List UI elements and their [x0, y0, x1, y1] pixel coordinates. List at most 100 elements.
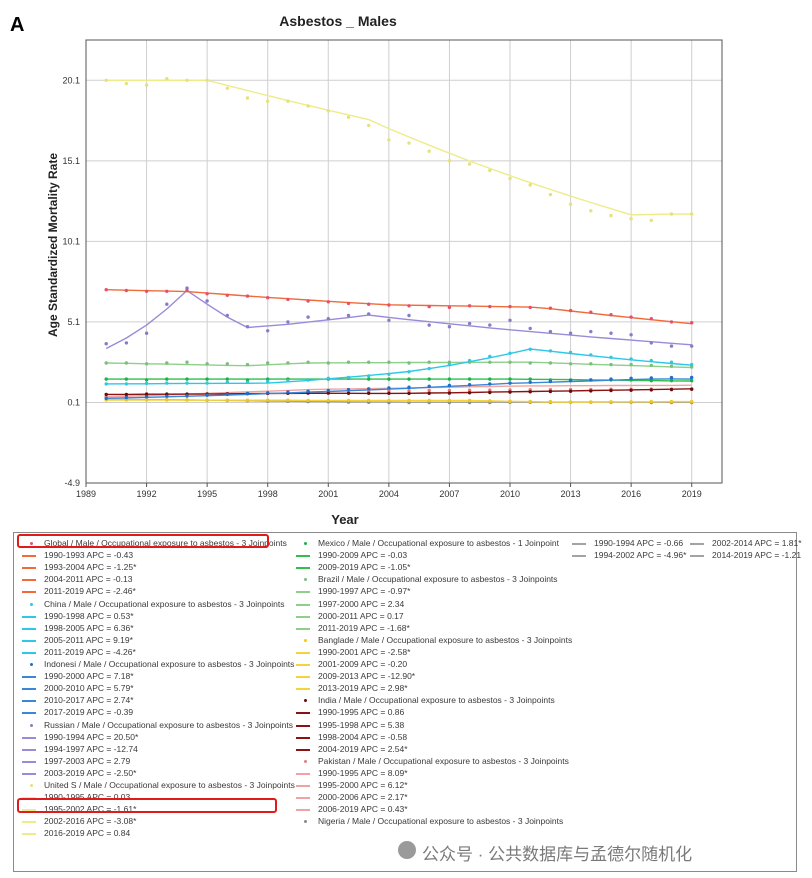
observed-point [185, 78, 189, 83]
observed-point [266, 391, 270, 395]
legend-line-swatch [22, 676, 36, 679]
x-tick-label: 1989 [76, 489, 96, 499]
legend-label: 1998-2005 APC = 6.36* [44, 622, 134, 633]
observed-point [185, 398, 189, 402]
observed-point [488, 399, 492, 403]
legend-label: 2000-2011 APC = 0.17 [318, 610, 404, 621]
observed-point [104, 78, 108, 83]
legend-line-swatch [296, 785, 310, 787]
observed-point [548, 361, 553, 365]
legend-label: 2005-2011 APC = 9.19* [44, 634, 133, 645]
observed-point [367, 398, 371, 403]
observed-point [609, 400, 613, 404]
observed-point [165, 302, 169, 306]
observed-point [669, 379, 674, 383]
observed-point [669, 399, 674, 404]
observed-point [447, 159, 452, 163]
observed-point [669, 320, 674, 324]
legend-line-swatch [296, 567, 310, 570]
observed-points [104, 77, 694, 405]
chart-legend: Global / Male / Occupational exposure to… [13, 532, 802, 872]
legend-label: 2014-2019 APC = -1.21 [712, 550, 802, 561]
observed-point [225, 377, 229, 381]
observed-point [326, 398, 330, 403]
legend-line-swatch [296, 724, 310, 727]
observed-point [144, 289, 149, 293]
observed-point [387, 377, 391, 381]
observed-point [690, 387, 694, 391]
observed-point [245, 325, 250, 329]
observed-point [104, 288, 108, 292]
legend-label: 1990-1995 APC = 0.86 [318, 707, 405, 718]
y-axis-label: Age Standardized Mortality Rate [46, 153, 60, 337]
observed-point [649, 317, 653, 321]
observed-point [548, 306, 553, 310]
observed-point [245, 398, 250, 402]
observed-point [629, 376, 633, 380]
observed-point [225, 293, 229, 297]
legend-label: 1990-1998 APC = 0.53* [44, 610, 134, 621]
observed-point [589, 353, 593, 357]
observed-point [467, 321, 472, 326]
observed-point [286, 99, 290, 103]
observed-point [346, 313, 351, 318]
observed-point [124, 81, 129, 86]
observed-point [427, 398, 431, 403]
legend-line-swatch [296, 591, 310, 594]
x-tick-label: 2016 [621, 489, 641, 499]
fitted-line-brazil [106, 361, 692, 369]
observed-point [568, 350, 573, 355]
legend-marker [304, 542, 307, 545]
x-tick-label: 2001 [318, 489, 338, 499]
observed-point [690, 399, 694, 404]
observed-point [649, 363, 653, 368]
line-chart: Asbestos _ Males 1989 1992 1995 1998 2001 200… [46, 13, 723, 527]
observed-point [104, 377, 108, 381]
observed-point [306, 378, 310, 382]
observed-point [225, 313, 229, 318]
x-tick-label: 2013 [561, 489, 581, 499]
observed-point [124, 392, 129, 397]
observed-point [629, 315, 633, 319]
observed-point [629, 362, 633, 367]
legend-line-swatch [22, 651, 36, 654]
observed-point [165, 398, 169, 402]
legend-label: 1997-2003 APC = 2.79 [44, 755, 131, 766]
y-tick-label: 15.1 [62, 156, 80, 166]
observed-point [124, 382, 129, 386]
observed-point [508, 351, 512, 355]
observed-point [690, 379, 694, 383]
legend-line-swatch [296, 688, 310, 691]
legend-line-swatch [22, 615, 36, 618]
observed-point [488, 390, 492, 395]
legend-line-swatch [22, 736, 36, 739]
observed-point [165, 377, 169, 381]
observed-point [528, 380, 532, 384]
legend-label: 2016-2019 APC = 0.84 [44, 828, 131, 839]
legend-line-swatch [22, 579, 36, 582]
legend-line-swatch [690, 555, 704, 558]
y-tick-label: 10.1 [62, 236, 80, 246]
legend-label: Nigeria / Male / Occupational exposure t… [318, 816, 564, 827]
legend-label: 1990-1993 APC = -0.43 [44, 550, 134, 561]
observed-point [589, 209, 593, 213]
observed-point [528, 305, 532, 310]
legend-line-swatch [296, 615, 310, 618]
observed-point [346, 115, 351, 120]
y-tick-label: 20.1 [62, 75, 80, 85]
observed-point [467, 391, 472, 395]
observed-point [528, 399, 532, 404]
observed-point [407, 398, 411, 403]
legend-label: 1997-2000 APC = 2.34 [318, 598, 405, 609]
observed-point [407, 391, 411, 396]
observed-point [629, 400, 633, 404]
x-tick-label: 2004 [379, 489, 399, 499]
watermark-text: 公众号 · 公共数据库与孟德尔随机化 [422, 845, 693, 864]
observed-point [488, 382, 492, 386]
observed-point [326, 300, 330, 304]
observed-point [568, 379, 573, 383]
legend-line-swatch [22, 639, 36, 642]
observed-point [609, 355, 613, 359]
legend-marker [30, 602, 33, 606]
observed-point [609, 362, 613, 367]
